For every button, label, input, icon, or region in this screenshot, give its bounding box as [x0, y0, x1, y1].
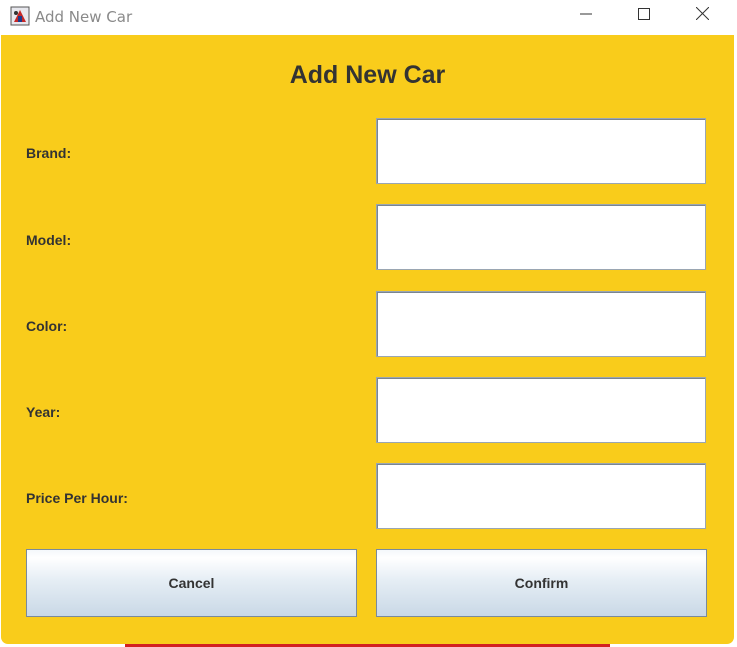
brand-field[interactable]: [376, 118, 706, 184]
close-button[interactable]: [673, 0, 731, 32]
year-label: Year:: [26, 404, 61, 420]
price-per-hour-field[interactable]: [376, 463, 706, 529]
confirm-button[interactable]: Confirm: [376, 549, 707, 617]
cancel-button[interactable]: Cancel: [26, 549, 357, 617]
java-app-icon: [10, 6, 30, 26]
color-field[interactable]: [376, 291, 706, 357]
color-label: Color:: [26, 318, 68, 334]
maximize-button[interactable]: [615, 0, 673, 32]
form-heading: Add New Car: [289, 61, 446, 89]
form-panel: Add New Car Brand: Model: Color: Year: P…: [1, 35, 734, 644]
maximize-icon: [638, 7, 650, 25]
close-icon: [695, 6, 709, 25]
year-field[interactable]: [376, 377, 706, 443]
price-per-hour-label: Price Per Hour:: [26, 490, 128, 506]
brand-label: Brand:: [26, 145, 72, 161]
model-label: Model:: [26, 232, 72, 248]
minimize-button[interactable]: [557, 0, 615, 32]
model-field[interactable]: [376, 204, 706, 270]
minimize-icon: [580, 7, 592, 25]
window-title: Add New Car: [35, 8, 133, 26]
add-new-car-window: Add New Car Add New Car Brand: Model: Co…: [0, 0, 737, 647]
title-bar[interactable]: Add New Car: [0, 0, 737, 34]
